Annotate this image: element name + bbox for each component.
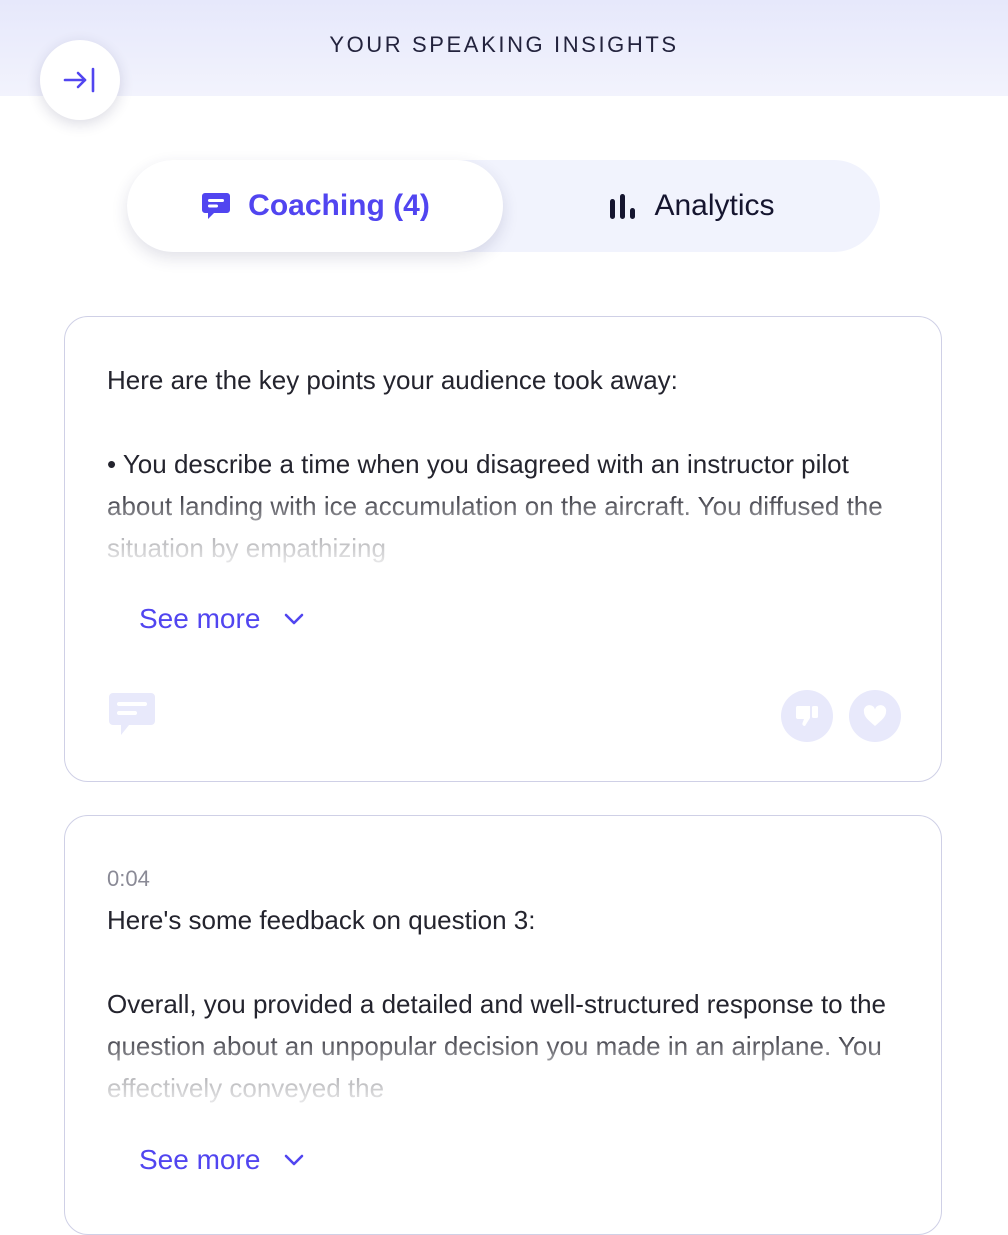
thumbs-down-icon — [795, 706, 818, 726]
card-body: Overall, you provided a detailed and wel… — [107, 989, 886, 1103]
card-content: Here's some feedback on question 3: Over… — [107, 899, 897, 1109]
chat-bubble-icon — [200, 191, 232, 221]
chevron-down-icon — [284, 613, 304, 625]
card-body: • You describe a time when you disagreed… — [107, 449, 883, 563]
tab-coaching-label: Coaching (4) — [248, 189, 430, 222]
coaching-card-key-points: Here are the key points your audience to… — [64, 316, 942, 782]
tab-analytics[interactable]: Analytics — [503, 160, 880, 252]
bar-chart-icon — [608, 193, 638, 219]
tab-coaching[interactable]: Coaching (4) — [127, 160, 503, 252]
like-button[interactable] — [849, 690, 901, 742]
header-bar: YOUR SPEAKING INSIGHTS — [0, 0, 1008, 96]
see-more-label: See more — [139, 1144, 261, 1175]
chevron-down-icon — [284, 1154, 304, 1166]
arrow-right-to-bar-icon — [63, 67, 95, 93]
card-content: Here are the key points your audience to… — [107, 359, 897, 569]
comment-icon[interactable] — [107, 691, 157, 744]
card-intro: Here are the key points your audience to… — [107, 365, 678, 395]
see-more-label: See more — [139, 603, 261, 634]
coaching-card-question-feedback: 0:04 Here's some feedback on question 3:… — [64, 815, 942, 1235]
collapse-panel-button[interactable] — [40, 40, 120, 120]
card-intro: Here's some feedback on question 3: — [107, 905, 536, 935]
page-title: YOUR SPEAKING INSIGHTS — [329, 32, 679, 57]
heart-icon — [863, 705, 887, 726]
timestamp[interactable]: 0:04 — [107, 866, 150, 892]
see-more-button[interactable]: See more — [139, 1144, 304, 1176]
dislike-button[interactable] — [781, 690, 833, 742]
tab-analytics-label: Analytics — [654, 189, 775, 222]
insights-tabs: Coaching (4) Analytics — [127, 160, 880, 252]
see-more-button[interactable]: See more — [139, 603, 304, 635]
